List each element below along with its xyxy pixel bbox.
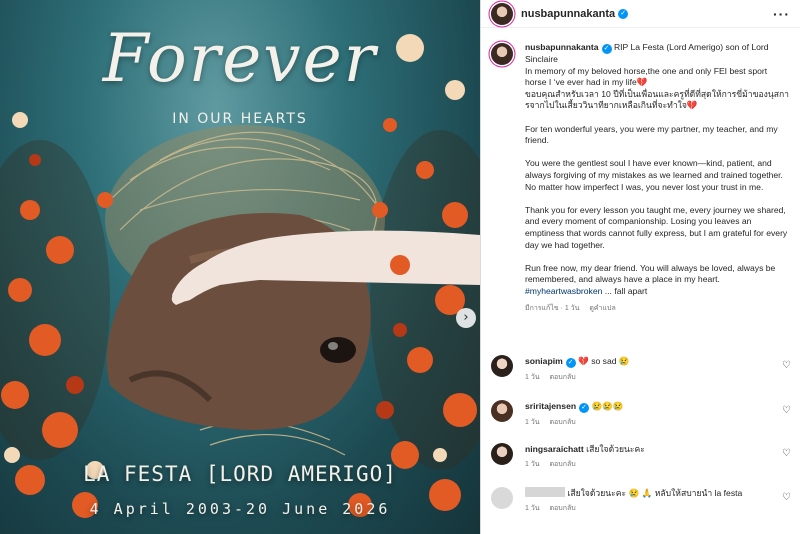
post-side-panel: nusbapunnakanta ✓ ··· nusbapunnakanta ✓ R… bbox=[480, 0, 800, 534]
comment-time: 1 วัน bbox=[525, 419, 540, 426]
verified-icon: ✓ bbox=[565, 358, 576, 368]
heart-icon[interactable]: ♡ bbox=[782, 448, 791, 459]
avatar[interactable] bbox=[491, 2, 513, 25]
memorial-title: Forever bbox=[102, 20, 378, 97]
more-horizontal-icon[interactable]: ··· bbox=[773, 6, 790, 22]
comment-item: sriritajensen ✓ 😢😢😢 1 วัน ตอบกลับ ♡ bbox=[491, 400, 791, 428]
verified-icon: ✓ bbox=[618, 8, 629, 19]
header-username[interactable]: nusbapunnakanta bbox=[521, 8, 615, 20]
reply-link[interactable]: ตอบกลับ bbox=[550, 505, 576, 512]
comment-username[interactable]: ningsaraichatt bbox=[525, 444, 584, 454]
comment-item: soniapim ✓ 💔 so sad 😢 1 วัน ตอบกลับ ♡ bbox=[491, 355, 791, 383]
reply-link[interactable]: ตอบกลับ bbox=[550, 374, 576, 381]
blurred-username bbox=[525, 487, 565, 497]
caption-line2: In memory of my beloved horse,the one an… bbox=[525, 65, 768, 88]
caption-tail: ... fall apart bbox=[604, 285, 648, 296]
verified-icon: ✓ bbox=[601, 44, 612, 54]
post-header: nusbapunnakanta ✓ ··· bbox=[481, 0, 800, 28]
edited-time: มีการแก้ไข · 1 วัน bbox=[525, 305, 580, 313]
comment-time: 1 วัน bbox=[525, 505, 540, 512]
memorial-subtitle: IN OUR HEARTS bbox=[172, 111, 308, 127]
hashtag-link[interactable]: #myheartwasbroken bbox=[525, 286, 602, 296]
caption-body: nusbapunnakanta ✓ RIP La Festa (Lord Amer… bbox=[525, 42, 790, 315]
reply-link[interactable]: ตอบกลับ bbox=[550, 419, 576, 426]
caption-p3: You were the gentlest soul I have ever k… bbox=[525, 158, 783, 192]
caption-meta: มีการแก้ไข · 1 วัน ดูคำแปล bbox=[525, 303, 790, 315]
comment-item: ningsaraichatt เสียใจด้วยนะคะ 1 วัน ตอบก… bbox=[491, 443, 791, 470]
reply-link[interactable]: ตอบกลับ bbox=[550, 461, 576, 468]
comment-item: เสียใจด้วยนะคะ 😢 🙏 หลับให้สบายนำ la fest… bbox=[491, 487, 791, 514]
heart-icon[interactable]: ♡ bbox=[782, 492, 791, 503]
comment-text: เสียใจด้วยนะคะ bbox=[586, 444, 645, 454]
avatar[interactable] bbox=[491, 487, 513, 509]
comment-text: 💔 so sad 😢 bbox=[578, 356, 630, 366]
caption-p2: For ten wonderful years, you were my par… bbox=[525, 123, 778, 146]
verified-icon: ✓ bbox=[579, 403, 590, 413]
avatar[interactable] bbox=[491, 400, 513, 422]
horse-name: LA FESTA [LORD AMERIGO] bbox=[83, 462, 397, 486]
carousel-next-button[interactable]: › bbox=[456, 308, 476, 328]
chevron-right-icon: › bbox=[463, 310, 469, 325]
caption-thai: ขอบคุณสำหรับเวลา 10 ปีที่เป็นเพื่อนและคร… bbox=[525, 88, 790, 111]
avatar[interactable] bbox=[491, 355, 513, 377]
heart-icon[interactable]: ♡ bbox=[782, 360, 791, 371]
caption-p5: Run free now, my dear friend. You will a… bbox=[525, 262, 776, 285]
see-translation-link[interactable]: ดูคำแปล bbox=[589, 305, 615, 312]
comment-username[interactable]: sriritajensen bbox=[525, 401, 576, 411]
caption-p4: Thank you for every lesson you taught me… bbox=[525, 204, 788, 250]
comment-text: 😢😢😢 bbox=[591, 401, 624, 411]
heart-icon[interactable]: ♡ bbox=[782, 405, 791, 416]
avatar[interactable] bbox=[491, 443, 513, 465]
comment-time: 1 วัน bbox=[525, 461, 540, 468]
caption-avatar[interactable] bbox=[491, 43, 513, 65]
comment-time: 1 วัน bbox=[525, 374, 540, 381]
comment-text: เสียใจด้วยนะคะ 😢 🙏 หลับให้สบายนำ la fest… bbox=[567, 488, 743, 498]
comment-username[interactable]: soniapim bbox=[525, 356, 563, 366]
post-image[interactable]: Forever IN OUR HEARTS LA FESTA [LORD AME… bbox=[0, 0, 480, 534]
caption-username[interactable]: nusbapunnakanta bbox=[525, 42, 599, 52]
memorial-dates: 4 April 2003-20 June 2026 bbox=[89, 500, 391, 518]
post-caption: nusbapunnakanta ✓ RIP La Festa (Lord Amer… bbox=[481, 28, 800, 315]
